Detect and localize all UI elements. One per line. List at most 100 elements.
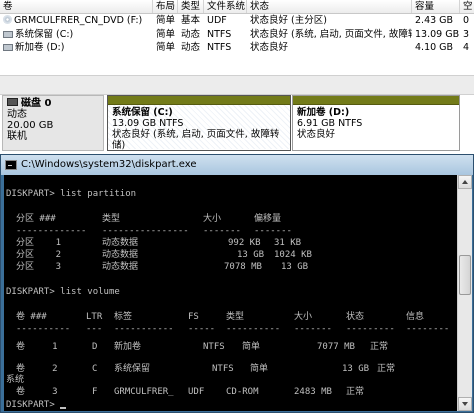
vol-type: 简单 [250, 364, 269, 374]
partition-size: 13 GB [237, 250, 265, 260]
volume-capacity: 2.43 GB [415, 15, 454, 26]
vol-letter: F [92, 387, 98, 397]
disk-label[interactable]: 磁盘 0 动态 20.00 GB 联机 [2, 95, 104, 151]
dash-separator: ---------- [16, 324, 71, 334]
col-header-type[interactable]: 类型 [178, 0, 204, 13]
vol-label: GRMCULFRER_ [114, 387, 174, 397]
dash-separator: ---------- [226, 324, 281, 334]
partition-bar [108, 96, 290, 105]
volume-name: GRMCULFRER_CN_DVD (F:) [14, 15, 143, 26]
vol-col-header: 信息 [406, 312, 425, 322]
disk-status: 联机 [7, 131, 27, 142]
vol-type: 简单 [242, 342, 261, 352]
disk-name: 磁盘 0 [21, 98, 52, 109]
vol-size: 2483 MB [294, 387, 332, 397]
col-header-free[interactable]: 空 [460, 0, 474, 13]
vol-col-header: LTR [86, 312, 103, 322]
dash-separator: -------- [406, 324, 450, 334]
col-header-capacity[interactable]: 容量 [412, 0, 460, 13]
partition-type: 动态数据 [102, 250, 139, 260]
disk-icon [7, 98, 18, 106]
console-volume-row: 卷 2 C 系统保留 NTFS 简单 13 GB 正常 [6, 363, 456, 375]
dash-separator: ----------- [114, 324, 174, 334]
vol-col-header: 卷 ### [16, 312, 47, 322]
volume-type: 动态 [181, 42, 201, 53]
vol-fs: UDF [188, 387, 205, 397]
volume-dash-row: ---------- --- ----------- ----- -------… [6, 323, 456, 335]
part-col-header: 类型 [102, 214, 121, 224]
partition-id: 分区 2 [16, 250, 62, 260]
part-col-header: 偏移量 [254, 214, 282, 224]
volume-fs: NTFS [207, 29, 232, 40]
volume-name: 新加卷 (D:) [15, 42, 65, 53]
volume-status: 状态良好 (主分区) [250, 15, 327, 26]
part-col-header: 大小 [203, 214, 222, 224]
console-command: DISKPART> list volume [6, 287, 120, 297]
partition-size: 992 KB [228, 238, 261, 248]
vol-col-header: 标签 [114, 312, 133, 322]
console-prompt: DISKPART> [6, 400, 61, 410]
dash-separator: ------- [254, 226, 292, 236]
scroll-thumb[interactable] [459, 255, 471, 295]
vol-size: 13 GB [342, 364, 370, 374]
volume-capacity: 13.09 GB [415, 29, 460, 40]
volume-layout: 简单 [156, 15, 176, 26]
chevron-up-icon [462, 180, 468, 184]
console-window: C:\Windows\system32\diskpart.exe DISKPAR… [0, 154, 474, 413]
scroll-down-button[interactable] [458, 397, 472, 411]
volume-list-header: 卷 布局 类型 文件系统 状态 容量 空 [0, 0, 474, 14]
volume-row[interactable]: GRMCULFRER_CN_DVD (F:) 简单 基本 UDF 状态良好 (主… [0, 14, 474, 27]
console-output[interactable]: DISKPART> list partition 分区 ### 类型 大小 偏移… [4, 175, 457, 411]
volume-free: 4 [463, 42, 470, 53]
volume-type: 动态 [181, 29, 201, 40]
cd-icon [3, 15, 12, 24]
vol-col-header: FS [188, 312, 199, 322]
vol-letter: D [92, 342, 98, 352]
partition-row: 分区 2 动态数据 13 GB 1024 KB [6, 249, 456, 261]
partition-type: 动态数据 [102, 262, 139, 272]
cmd-icon [5, 160, 17, 170]
vol-size: 7077 MB [317, 342, 355, 352]
volume-row[interactable]: 新加卷 (D:) 简单 动态 NTFS 状态良好 4.10 GB 4 [0, 41, 474, 54]
scroll-up-button[interactable] [458, 175, 472, 189]
volume-capacity: 4.10 GB [415, 42, 454, 53]
dash-separator: ---------------- [102, 226, 189, 236]
volume-status: 状态良好 (系统, 启动, 页面文件, 故障转储) [250, 29, 412, 40]
disk-type: 动态 [7, 109, 27, 120]
partition-offset: 13 GB [281, 262, 309, 272]
vol-fs: NTFS [212, 364, 234, 374]
disk-graphical-view: 磁盘 0 动态 20.00 GB 联机 系统保留 (C:) 13.09 GB N… [0, 95, 474, 155]
console-scrollbar[interactable] [457, 175, 472, 411]
volume-fs: UDF [207, 15, 227, 26]
col-header-layout[interactable]: 布局 [153, 0, 178, 13]
vol-col-header: 状态 [346, 312, 365, 322]
partition-status: 状态良好 [297, 129, 336, 140]
volume-status: 状态良好 [250, 42, 289, 53]
col-header-status[interactable]: 状态 [247, 0, 412, 13]
vol-status: 正常 [370, 342, 389, 352]
partition-info: 6.91 GB NTFS [297, 118, 363, 129]
volume-free: 3 [463, 29, 470, 40]
console-volume-row: 卷 1 D 新加卷 NTFS 简单 7077 MB 正常 [6, 341, 456, 353]
console-volume-row: 卷 3 F GRMCULFRER_ UDF CD-ROM 2483 MB 正常 [6, 386, 456, 398]
console-title-bar[interactable]: C:\Windows\system32\diskpart.exe [1, 155, 473, 175]
volume-fs: NTFS [207, 42, 232, 53]
partition-id: 分区 3 [16, 262, 62, 272]
partition-dash-row: ------------- ---------------- ------- -… [6, 225, 456, 237]
partition-d[interactable]: 新加卷 (D:) 6.91 GB NTFS 状态良好 [292, 95, 460, 151]
col-header-volume[interactable]: 卷 [0, 0, 153, 13]
partition-bar [293, 96, 459, 105]
volume-row[interactable]: 系统保留 (C:) 简单 动态 NTFS 状态良好 (系统, 启动, 页面文件,… [0, 28, 474, 41]
volume-layout: 简单 [156, 29, 176, 40]
dash-separator: ------- [203, 226, 241, 236]
dash-separator: ------- [294, 324, 332, 334]
console-command: DISKPART> list partition [6, 189, 137, 199]
partition-header-row: 分区 ### 类型 大小 偏移量 [6, 213, 456, 225]
vol-id: 卷 3 [16, 387, 58, 397]
col-header-filesystem[interactable]: 文件系统 [204, 0, 247, 13]
pane-splitter[interactable] [0, 75, 474, 95]
console-prompt-line[interactable]: DISKPART> [6, 399, 67, 411]
partition-id: 分区 1 [16, 238, 62, 248]
vol-status: 正常 [346, 387, 365, 397]
partition-c[interactable]: 系统保留 (C:) 13.09 GB NTFS 状态良好 (系统, 启动, 页面… [107, 95, 291, 151]
